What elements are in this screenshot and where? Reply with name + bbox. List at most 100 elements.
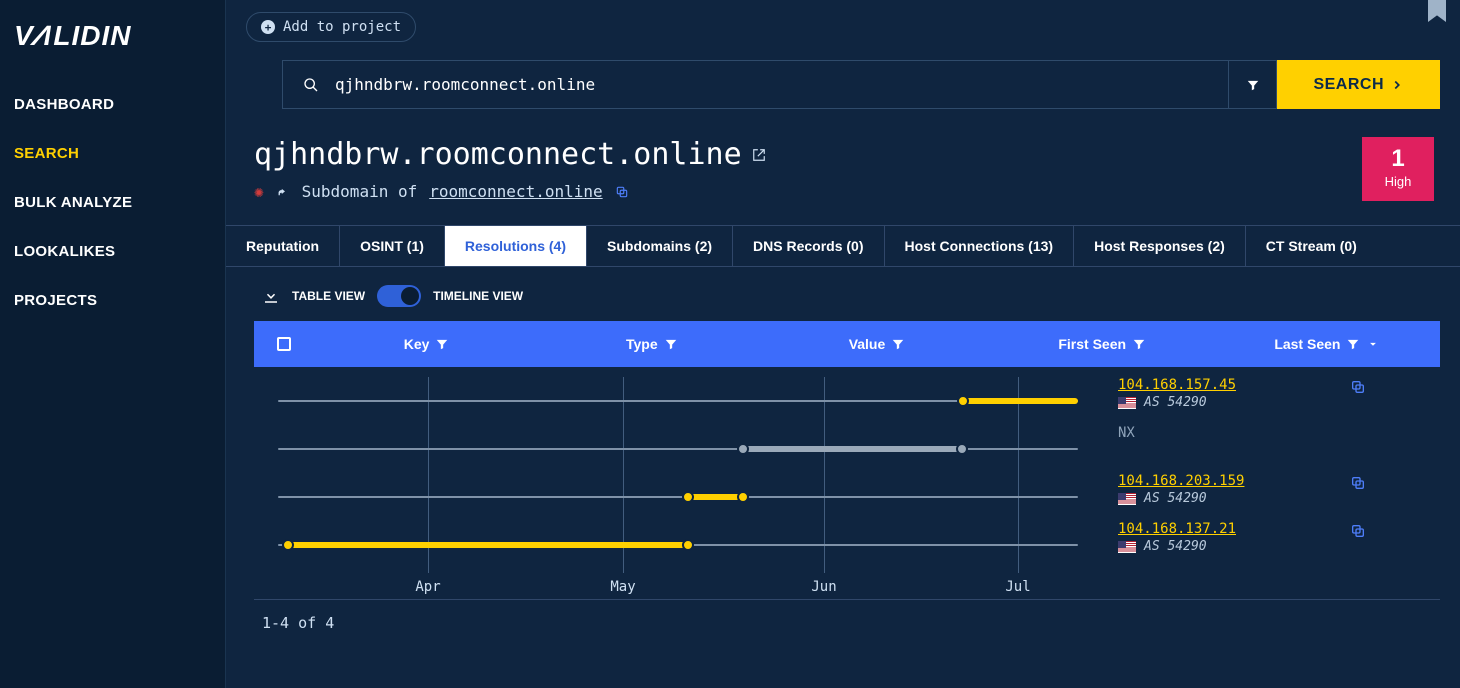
as-line: AS 54290 xyxy=(1118,395,1236,410)
search-button[interactable]: SEARCH xyxy=(1277,60,1440,109)
risk-badge: 1 High xyxy=(1362,137,1434,201)
axis-label: May xyxy=(610,579,635,595)
sort-desc-icon xyxy=(1366,337,1380,351)
flag-icon xyxy=(1118,541,1136,553)
row-meta: NX xyxy=(1118,425,1135,441)
asn: AS 54290 xyxy=(1144,491,1207,506)
col-value[interactable]: Value xyxy=(764,336,989,352)
tab[interactable]: OSINT (1) xyxy=(340,226,445,266)
tab[interactable]: Resolutions (4) xyxy=(445,226,587,266)
tabs: ReputationOSINT (1)Resolutions (4)Subdom… xyxy=(226,225,1460,267)
flag-icon xyxy=(1118,493,1136,505)
nav-search[interactable]: SEARCH xyxy=(0,129,225,178)
subdomain-label: Subdomain of xyxy=(302,182,418,201)
timeline-view-label[interactable]: TIMELINE VIEW xyxy=(433,289,523,303)
filter-icon xyxy=(891,337,905,351)
col-type[interactable]: Type xyxy=(539,336,764,352)
risk-level: High xyxy=(1385,174,1412,189)
flag-icon xyxy=(1118,397,1136,409)
col-first-seen[interactable]: First Seen xyxy=(990,336,1215,352)
row-meta: 104.168.157.45 AS 54290 xyxy=(1118,377,1236,410)
sidebar: VΛLIDIN DASHBOARD SEARCH BULK ANALYZE LO… xyxy=(0,0,226,688)
filter-icon xyxy=(1346,337,1360,351)
search-icon xyxy=(303,77,319,93)
timeline-row: 104.168.157.45 AS 54290 xyxy=(278,377,1416,425)
bar xyxy=(963,398,1078,404)
copy-icon[interactable] xyxy=(1350,475,1366,491)
timeline-row: 104.168.137.21 AS 54290 xyxy=(278,521,1416,569)
domain-name: qjhndbrw.roomconnect.online xyxy=(254,137,742,172)
nav-dashboard[interactable]: DASHBOARD xyxy=(0,80,225,129)
main: + Add to project qjhndbrw.roomconnect.on… xyxy=(226,0,1460,688)
tab[interactable]: CT Stream (0) xyxy=(1246,226,1377,266)
dot-start xyxy=(282,539,294,551)
ip-link[interactable]: 104.168.137.21 xyxy=(1118,521,1236,537)
nav: DASHBOARD SEARCH BULK ANALYZE LOOKALIKES… xyxy=(0,80,225,325)
nav-lookalikes[interactable]: LOOKALIKES xyxy=(0,227,225,276)
add-to-project-label: Add to project xyxy=(283,19,401,35)
download-icon[interactable] xyxy=(262,287,280,305)
view-toggle: TABLE VIEW TIMELINE VIEW xyxy=(262,285,1460,307)
arrow-icon xyxy=(276,185,290,199)
copy-icon[interactable] xyxy=(1350,523,1366,539)
axis-label: Apr xyxy=(415,579,440,595)
asn: AS 54290 xyxy=(1144,539,1207,554)
search-input-wrap[interactable]: qjhndbrw.roomconnect.online xyxy=(282,60,1229,109)
as-line: AS 54290 xyxy=(1118,539,1236,554)
plus-icon: + xyxy=(261,20,275,34)
table-view-label[interactable]: TABLE VIEW xyxy=(292,289,365,303)
nav-projects[interactable]: PROJECTS xyxy=(0,276,225,325)
topbar: + Add to project xyxy=(226,0,1460,42)
select-all-checkbox[interactable] xyxy=(254,337,314,351)
nx-label: NX xyxy=(1118,425,1135,441)
filter-icon xyxy=(435,337,449,351)
col-last-seen[interactable]: Last Seen xyxy=(1215,336,1440,352)
bar xyxy=(743,446,962,452)
tab[interactable]: Host Connections (13) xyxy=(885,226,1075,266)
view-switch[interactable] xyxy=(377,285,421,307)
search-button-label: SEARCH xyxy=(1313,76,1384,94)
dot-end xyxy=(737,491,749,503)
pager: 1-4 of 4 xyxy=(262,614,1460,632)
col-key[interactable]: Key xyxy=(314,336,539,352)
axis-label: Jul xyxy=(1005,579,1030,595)
gear-icon: ✺ xyxy=(254,182,264,201)
timeline-row: 104.168.203.159 AS 54290 xyxy=(278,473,1416,521)
timeline: AprMayJunJul104.168.157.45AS 54290NX104.… xyxy=(254,367,1440,600)
copy-icon[interactable] xyxy=(1350,379,1366,395)
domain-title: qjhndbrw.roomconnect.online xyxy=(254,137,766,172)
ip-link[interactable]: 104.168.157.45 xyxy=(1118,377,1236,393)
searchbar: qjhndbrw.roomconnect.online SEARCH xyxy=(282,60,1440,109)
external-link-icon[interactable] xyxy=(752,148,766,162)
domain-header: qjhndbrw.roomconnect.online ✺ Subdomain … xyxy=(254,137,1440,201)
risk-score: 1 xyxy=(1362,145,1434,173)
dot-start xyxy=(682,491,694,503)
bar xyxy=(688,494,743,500)
asn: AS 54290 xyxy=(1144,395,1207,410)
copy-icon[interactable] xyxy=(615,185,629,199)
search-query: qjhndbrw.roomconnect.online xyxy=(335,75,595,94)
ip-link[interactable]: 104.168.203.159 xyxy=(1118,473,1244,489)
filter-button[interactable] xyxy=(1229,60,1277,109)
timeline-row: NX xyxy=(278,425,1416,473)
row-meta: 104.168.137.21 AS 54290 xyxy=(1118,521,1236,554)
as-line: AS 54290 xyxy=(1118,491,1244,506)
tab[interactable]: DNS Records (0) xyxy=(733,226,884,266)
dot-start xyxy=(957,395,969,407)
dot-start xyxy=(737,443,749,455)
dot-end xyxy=(682,539,694,551)
tab[interactable]: Host Responses (2) xyxy=(1074,226,1246,266)
chevron-right-icon xyxy=(1390,78,1404,92)
column-headers: Key Type Value First Seen Last Seen xyxy=(254,321,1440,367)
filter-icon xyxy=(1132,337,1146,351)
nav-bulk-analyze[interactable]: BULK ANALYZE xyxy=(0,178,225,227)
filter-icon xyxy=(1246,78,1260,92)
tab[interactable]: Reputation xyxy=(226,226,340,266)
brand-logo: VΛLIDIN xyxy=(0,20,225,80)
track xyxy=(278,496,1078,498)
filter-icon xyxy=(664,337,678,351)
parent-domain-link[interactable]: roomconnect.online xyxy=(429,182,602,201)
tab[interactable]: Subdomains (2) xyxy=(587,226,733,266)
domain-subline: ✺ Subdomain of roomconnect.online xyxy=(254,182,766,201)
add-to-project-button[interactable]: + Add to project xyxy=(246,12,416,42)
